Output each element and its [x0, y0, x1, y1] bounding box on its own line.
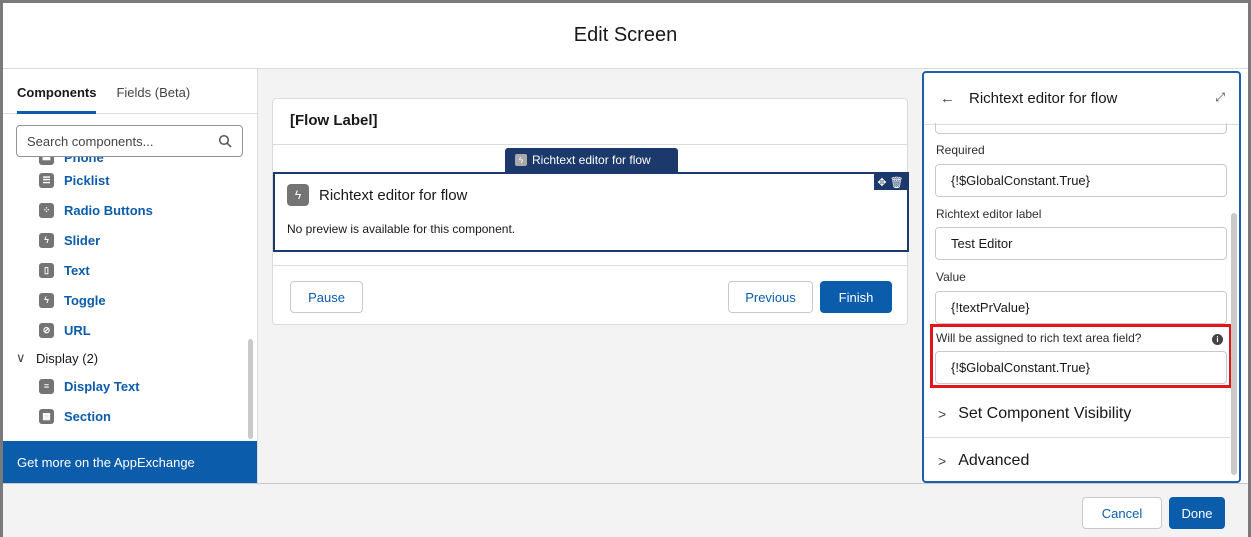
- search-input[interactable]: [27, 133, 218, 149]
- chevron-right-icon: >: [938, 453, 947, 469]
- text-field-icon: ▯: [39, 262, 54, 278]
- list-item-label: Text: [64, 262, 90, 278]
- previous-field-input[interactable]: [935, 123, 1227, 134]
- component-title: ϟ Richtext editor for flow: [287, 184, 467, 206]
- radio-icon: ⁘: [39, 202, 54, 218]
- section-icon: ▦: [39, 408, 54, 424]
- list-item-label: Radio Buttons: [64, 202, 153, 218]
- tab-fields-beta[interactable]: Fields (Beta): [106, 85, 200, 113]
- list-item-label: Slider: [64, 232, 101, 248]
- list-item-text[interactable]: ▯ Text: [3, 255, 243, 285]
- screen-canvas: [Flow Label] ϟ Richtext editor for flow …: [258, 69, 922, 483]
- back-arrow-icon[interactable]: ←: [940, 90, 955, 107]
- rich-text-assign-label: Will be assigned to rich text area field…: [936, 331, 1142, 345]
- finish-button[interactable]: Finish: [820, 281, 892, 313]
- previous-button[interactable]: Previous: [728, 281, 813, 313]
- rich-text-assign-field[interactable]: {!$GlobalConstant.True}: [935, 351, 1227, 384]
- section-advanced[interactable]: > Advanced: [924, 438, 1230, 481]
- chevron-right-icon: >: [938, 406, 947, 422]
- list-item-label: Display Text: [64, 378, 140, 394]
- cancel-button[interactable]: Cancel: [1082, 497, 1162, 529]
- section-label: Advanced: [958, 452, 1030, 469]
- done-button[interactable]: Done: [1169, 497, 1225, 529]
- required-label: Required: [936, 143, 985, 157]
- search-icon[interactable]: [218, 134, 232, 148]
- richtext-component[interactable]: ✥ 🗑 ϟ Richtext editor for flow No previe…: [273, 172, 909, 252]
- screen-preview-card: [Flow Label] ϟ Richtext editor for flow …: [272, 98, 909, 325]
- bolt-icon: ϟ: [39, 232, 54, 248]
- editor-label-label: Richtext editor label: [936, 207, 1042, 221]
- list-item-section[interactable]: ▦ Section: [3, 401, 243, 431]
- bolt-icon: ϟ: [515, 154, 527, 166]
- list-item-toggle[interactable]: ϟ Toggle: [3, 285, 243, 315]
- list-item-label: Section: [64, 408, 111, 424]
- properties-body: Required {!$GlobalConstant.True} Richtex…: [924, 123, 1232, 481]
- chevron-down-icon: ∨: [16, 350, 26, 365]
- list-item-label: Picklist: [64, 172, 110, 188]
- list-item-display-text[interactable]: ≡ Display Text: [3, 371, 243, 401]
- component-title-text: Richtext editor for flow: [319, 186, 468, 204]
- properties-title: Richtext editor for flow: [969, 90, 1118, 107]
- display-group-toggle[interactable]: ∨ Display (2): [3, 345, 243, 371]
- search-components-box[interactable]: [16, 125, 243, 157]
- modal-header: Edit Screen: [3, 3, 1248, 69]
- list-item-url[interactable]: ⊘ URL: [3, 315, 243, 345]
- tab-components[interactable]: Components: [17, 85, 106, 114]
- list-item-label: URL: [64, 322, 91, 338]
- highlight-box: Will be assigned to rich text area field…: [930, 324, 1232, 388]
- modal-title: Edit Screen: [573, 24, 678, 46]
- section-label: Set Component Visibility: [958, 405, 1132, 422]
- expand-icon[interactable]: ⤢: [1215, 90, 1225, 105]
- value-field[interactable]: {!textPrValue}: [935, 291, 1227, 324]
- component-tabs: Components Fields (Beta): [3, 69, 257, 114]
- editor-label-field[interactable]: Test Editor: [935, 227, 1227, 260]
- flow-label: [Flow Label]: [290, 112, 378, 129]
- appexchange-link[interactable]: Get more on the AppExchange: [3, 441, 257, 483]
- divider: [273, 144, 907, 145]
- selected-component-tag: ϟ Richtext editor for flow: [505, 148, 678, 172]
- link-icon: ⊘: [39, 322, 54, 338]
- edit-screen-modal: Edit Screen Components Fields (Beta) ☎ P…: [0, 0, 1251, 537]
- modal-footer: Cancel Done: [3, 483, 1248, 537]
- group-label: Display (2): [36, 350, 99, 366]
- delete-icon[interactable]: 🗑: [890, 176, 904, 189]
- right-scrollbar[interactable]: [1231, 213, 1237, 475]
- bolt-icon: ϟ: [39, 292, 54, 308]
- component-tag-label: Richtext editor for flow: [532, 153, 651, 167]
- move-icon[interactable]: ✥: [877, 176, 886, 189]
- left-scrollbar[interactable]: [248, 339, 253, 439]
- section-set-component-visibility[interactable]: > Set Component Visibility: [924, 391, 1230, 437]
- component-list: ☎ Phone ☰ Picklist ⁘ Radio Buttons ϟ Sli…: [3, 149, 243, 431]
- info-icon[interactable]: i: [1212, 334, 1223, 345]
- properties-header: ← Richtext editor for flow ⤢: [924, 73, 1239, 125]
- required-field[interactable]: {!$GlobalConstant.True}: [935, 164, 1227, 197]
- list-item-picklist[interactable]: ☰ Picklist: [3, 165, 243, 195]
- component-tools: ✥ 🗑: [874, 174, 907, 190]
- list-item-label: Toggle: [64, 292, 106, 308]
- text-block-icon: ≡: [39, 378, 54, 394]
- list-item-slider[interactable]: ϟ Slider: [3, 225, 243, 255]
- list-icon: ☰: [39, 172, 54, 188]
- bolt-icon: ϟ: [287, 184, 309, 206]
- pause-button[interactable]: Pause: [290, 281, 363, 313]
- components-panel: Components Fields (Beta) ☎ Phone ☰ Pickl…: [3, 69, 258, 483]
- no-preview-message: No preview is available for this compone…: [287, 222, 516, 236]
- value-label: Value: [936, 270, 966, 284]
- divider: [273, 265, 907, 266]
- properties-panel: ← Richtext editor for flow ⤢ Required {!…: [922, 71, 1241, 483]
- list-item-radio-buttons[interactable]: ⁘ Radio Buttons: [3, 195, 243, 225]
